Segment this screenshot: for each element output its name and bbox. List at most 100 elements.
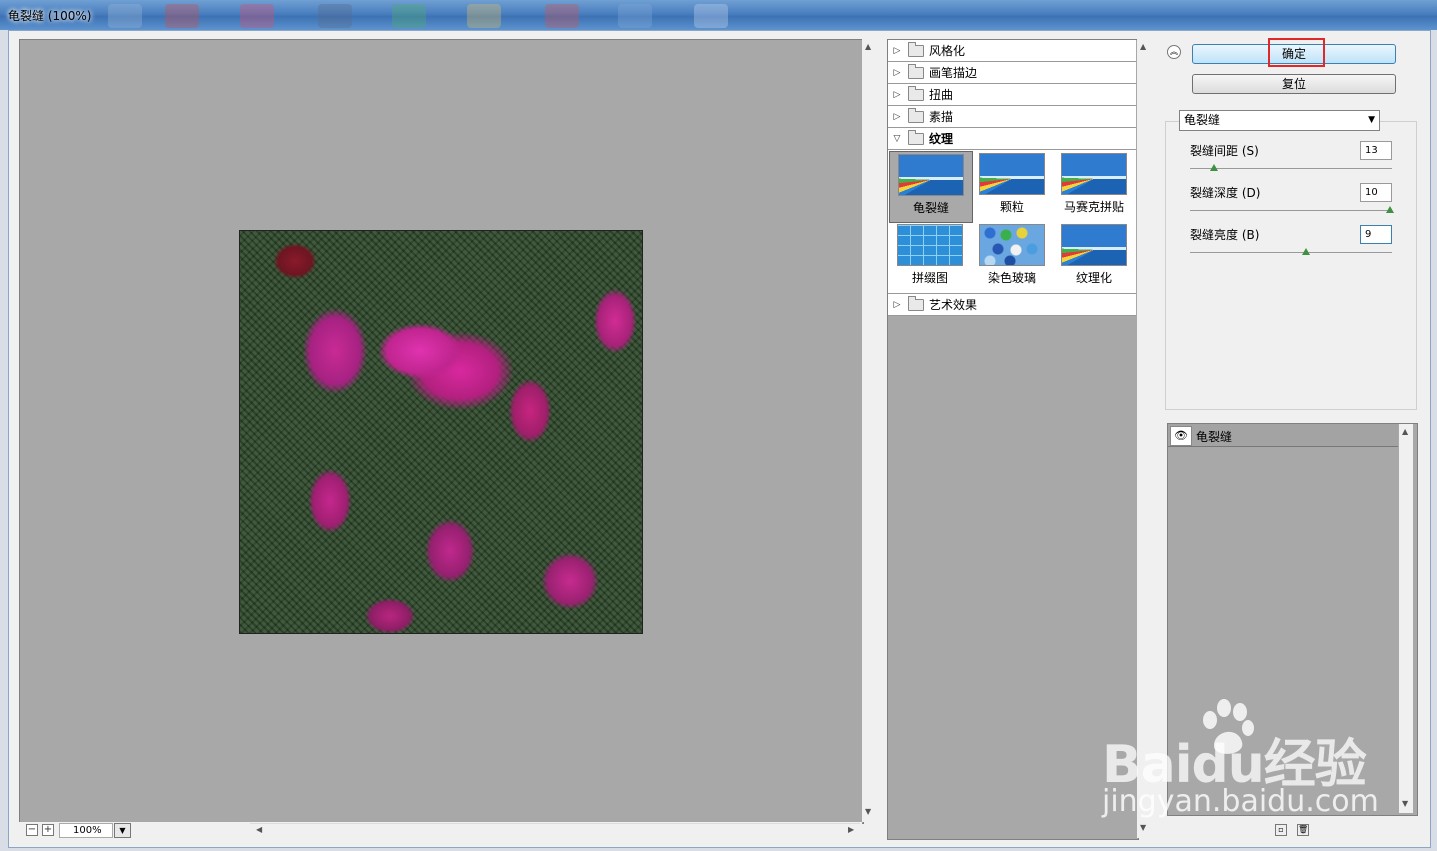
category-stylize[interactable]: ▷ 风格化 xyxy=(888,40,1136,62)
delete-effect-layer-icon[interactable]: 🗑 xyxy=(1297,824,1309,836)
filter-thumb-mosaic-tiles[interactable]: 马赛克拼贴 xyxy=(1053,151,1135,221)
zoom-in-button[interactable]: + xyxy=(42,824,54,836)
filter-list-scrollbar[interactable]: ▲ ▼ xyxy=(1137,39,1151,838)
filter-preview-image xyxy=(898,154,964,196)
crack-depth-slider-track[interactable] xyxy=(1190,210,1392,211)
category-brush-strokes[interactable]: ▷ 画笔描边 xyxy=(888,62,1136,84)
filter-thumb-label: 纹理化 xyxy=(1075,271,1112,285)
preview-vertical-scrollbar[interactable]: ▲ ▼ xyxy=(862,39,876,822)
reset-button[interactable]: 复位 xyxy=(1192,74,1396,94)
filter-thumb-grain[interactable]: 颗粒 xyxy=(971,151,1053,221)
filter-thumb-patchwork[interactable]: 拼缀图 xyxy=(889,222,971,292)
category-sketch[interactable]: ▷ 素描 xyxy=(888,106,1136,128)
taskbar-ghost-icon xyxy=(467,4,501,28)
crack-depth-slider-knob[interactable] xyxy=(1386,206,1394,213)
crack-depth-input[interactable]: 10 xyxy=(1360,183,1392,202)
param-label: 裂缝亮度 xyxy=(1190,228,1239,242)
filter-parameters-panel xyxy=(1165,121,1417,410)
new-effect-layer-icon[interactable]: ▫ xyxy=(1275,824,1287,836)
category-label: 风格化 xyxy=(929,44,966,58)
collapse-arrow-icon[interactable]: ▽ xyxy=(890,134,904,144)
filter-thumb-label: 龟裂缝 xyxy=(912,201,949,215)
expand-arrow-icon[interactable]: ▷ xyxy=(890,90,904,100)
filter-thumb-label: 马赛克拼贴 xyxy=(1063,200,1124,214)
taskbar-ghost-icon xyxy=(108,4,142,28)
crack-spacing-input[interactable]: 13 xyxy=(1360,141,1392,160)
category-label: 素描 xyxy=(929,110,954,124)
eye-icon[interactable]: 👁 xyxy=(1170,426,1192,446)
filter-thumb-label: 拼缀图 xyxy=(911,271,948,285)
crack-brightness-slider-track[interactable] xyxy=(1190,252,1392,253)
effect-layer-row[interactable]: 龟裂缝 xyxy=(1168,424,1398,447)
filter-select-value: 龟裂缝 xyxy=(1184,113,1221,127)
preview-image[interactable] xyxy=(239,230,643,634)
crack-spacing-label: 裂缝间距 (S) xyxy=(1190,142,1259,159)
folder-icon xyxy=(908,41,924,57)
taskbar-ghost-icon xyxy=(545,4,579,28)
chevron-down-icon: ▼ xyxy=(1368,115,1375,125)
taskbar-ghost-icon xyxy=(618,4,652,28)
scroll-right-icon[interactable]: ▶ xyxy=(848,825,854,834)
zoom-out-button[interactable]: − xyxy=(26,824,38,836)
filter-thumb-texturizer[interactable]: 纹理化 xyxy=(1053,222,1135,292)
crack-brightness-slider-knob[interactable] xyxy=(1302,248,1310,255)
category-label: 画笔描边 xyxy=(929,66,978,80)
category-distort[interactable]: ▷ 扭曲 xyxy=(888,84,1136,106)
filter-thumb-label: 染色玻璃 xyxy=(987,271,1036,285)
param-label: 裂缝深度 xyxy=(1190,186,1239,200)
title-bar: 龟裂缝 (100%) xyxy=(0,0,1437,30)
category-label: 艺术效果 xyxy=(929,298,978,312)
param-hotkey: (D) xyxy=(1241,186,1261,200)
folder-icon xyxy=(908,63,924,79)
filter-thumb-craquelure[interactable]: 龟裂缝 xyxy=(889,151,973,223)
effect-layer-label: 龟裂缝 xyxy=(1196,430,1233,444)
category-label: 扭曲 xyxy=(929,88,954,102)
param-label: 裂缝间距 xyxy=(1190,144,1239,158)
crack-brightness-label: 裂缝亮度 (B) xyxy=(1190,226,1259,243)
expand-arrow-icon[interactable]: ▷ xyxy=(890,46,904,56)
expand-arrow-icon[interactable]: ▷ xyxy=(890,112,904,122)
folder-icon xyxy=(908,107,924,123)
scroll-down-icon[interactable]: ▼ xyxy=(865,807,871,816)
filter-preview-image xyxy=(979,153,1045,195)
expand-arrow-icon[interactable]: ▷ xyxy=(890,68,904,78)
zoom-level-field[interactable]: 100% xyxy=(59,823,113,838)
param-hotkey: (B) xyxy=(1241,228,1260,242)
expand-arrow-icon[interactable]: ▷ xyxy=(890,300,904,310)
window-title: 龟裂缝 (100%) xyxy=(8,9,92,23)
crack-brightness-input[interactable]: 9 xyxy=(1360,225,1392,244)
texture-filter-thumbnails: 龟裂缝 颗粒 马赛克拼贴 拼缀图 染色玻璃 纹理化 xyxy=(888,150,1136,294)
taskbar-ghost-icon xyxy=(392,4,426,28)
filter-select[interactable]: 龟裂缝 ▼ xyxy=(1179,110,1380,131)
highlight-box xyxy=(1268,38,1325,67)
scroll-up-icon[interactable]: ▲ xyxy=(1402,427,1408,436)
filter-category-list: ▷ 风格化 ▷ 画笔描边 ▷ 扭曲 ▷ 素描 ▽ 纹理 龟裂缝 颗粒 马赛克拼贴… xyxy=(888,40,1136,316)
taskbar-ghost-icon xyxy=(165,4,199,28)
filter-thumb-label: 颗粒 xyxy=(999,200,1024,214)
zoom-dropdown-icon[interactable]: ▼ xyxy=(114,823,131,838)
scroll-up-icon[interactable]: ▲ xyxy=(865,42,871,51)
param-hotkey: (S) xyxy=(1241,144,1259,158)
filter-gallery-panel: ▷ 风格化 ▷ 画笔描边 ▷ 扭曲 ▷ 素描 ▽ 纹理 龟裂缝 颗粒 马赛克拼贴… xyxy=(887,39,1139,840)
category-artistic[interactable]: ▷ 艺术效果 xyxy=(888,294,1136,316)
crack-spacing-slider-knob[interactable] xyxy=(1210,164,1218,171)
filter-preview-image xyxy=(1061,224,1127,266)
preview-horizontal-scrollbar[interactable]: ◀ ▶ xyxy=(250,823,860,837)
folder-open-icon xyxy=(908,129,924,145)
filter-preview-image xyxy=(897,224,963,266)
folder-icon xyxy=(908,85,924,101)
scroll-left-icon[interactable]: ◀ xyxy=(256,825,262,834)
filter-preview-image xyxy=(979,224,1045,266)
scroll-up-icon[interactable]: ▲ xyxy=(1140,42,1146,51)
category-texture[interactable]: ▽ 纹理 xyxy=(888,128,1136,150)
filter-preview-image xyxy=(1061,153,1127,195)
taskbar-ghost-icon xyxy=(240,4,274,28)
watermark-url: jingyan.baidu.com xyxy=(1102,784,1379,819)
layers-scrollbar[interactable]: ▲ ▼ xyxy=(1399,424,1413,813)
scroll-down-icon[interactable]: ▼ xyxy=(1140,823,1146,832)
filter-thumb-stained-glass[interactable]: 染色玻璃 xyxy=(971,222,1053,292)
crack-spacing-slider-track[interactable] xyxy=(1190,168,1392,169)
scroll-down-icon[interactable]: ▼ xyxy=(1402,799,1408,808)
collapse-gallery-icon[interactable]: ︽ xyxy=(1167,45,1181,59)
taskbar-ghost-icon xyxy=(694,4,728,28)
